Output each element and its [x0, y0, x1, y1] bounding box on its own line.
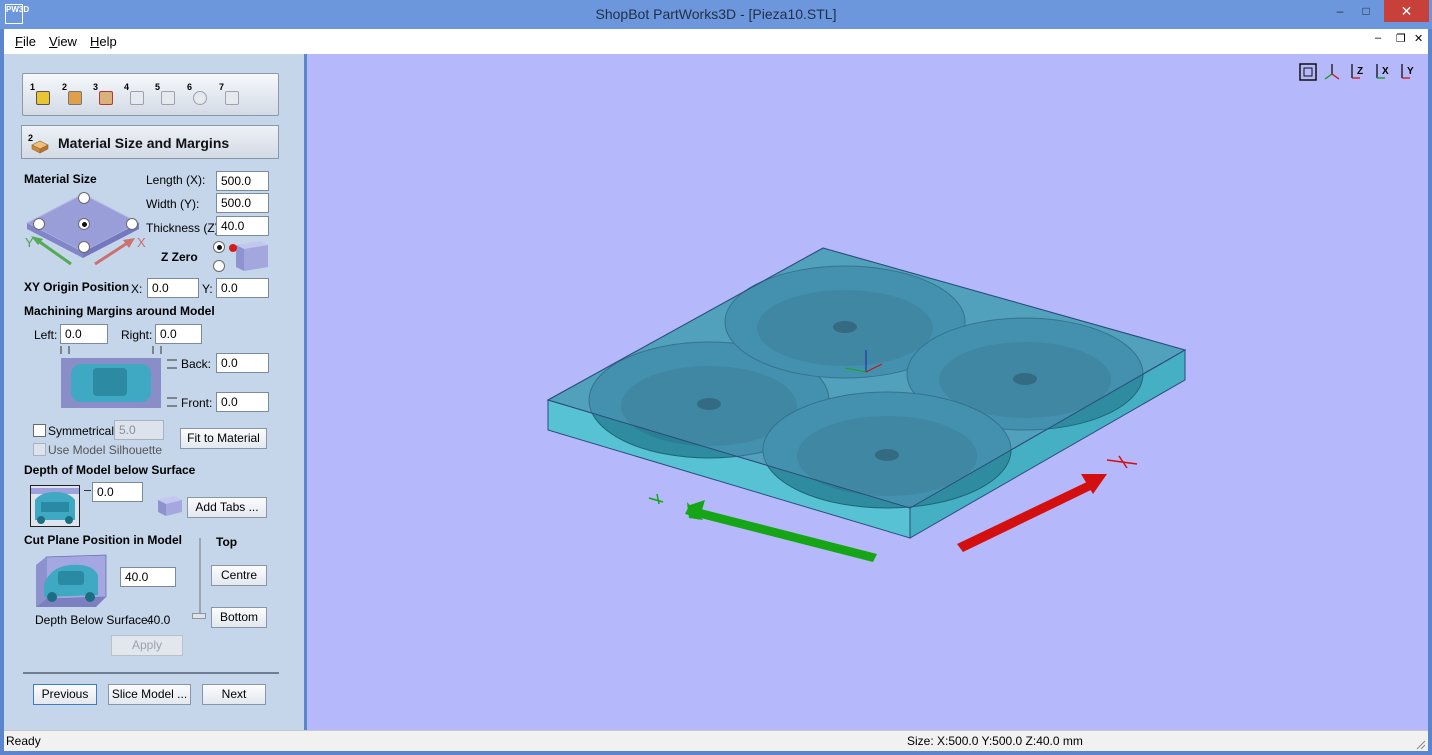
- tabs-cube-icon: [156, 494, 184, 518]
- length-label: Length (X):: [146, 173, 206, 187]
- cutout-icon[interactable]: 5: [155, 82, 177, 106]
- mdi-minimize-icon[interactable]: –: [1375, 32, 1381, 44]
- apply-button[interactable]: Apply: [111, 635, 183, 656]
- thickness-label: Thickness (Z):: [146, 221, 223, 235]
- title-bar: PW3D ShopBot PartWorks3D - [Pieza10.STL]…: [0, 0, 1432, 29]
- use-silhouette-label: Use Model Silhouette: [48, 443, 163, 457]
- margin-right-label: Right:: [121, 328, 153, 342]
- margins-heading: Machining Margins around Model: [24, 304, 215, 318]
- preview-icon[interactable]: 6: [187, 82, 209, 106]
- length-input[interactable]: [216, 171, 269, 191]
- material-size-heading: Material Size: [24, 172, 97, 186]
- width-label: Width (Y):: [146, 197, 200, 211]
- mdi-restore-icon[interactable]: ❐: [1396, 32, 1406, 45]
- origin-x-label: X:: [131, 282, 143, 296]
- window-title: ShopBot PartWorks3D - [Pieza10.STL]: [595, 6, 837, 22]
- depth-below-surface-value: 40.0: [147, 613, 171, 627]
- menu-bar: File View Help – ❐ ✕: [4, 29, 1428, 54]
- mdi-close-icon[interactable]: ✕: [1414, 32, 1423, 45]
- cut-plane-slider-handle[interactable]: [192, 613, 206, 619]
- margin-back-label: Back:: [181, 357, 212, 371]
- svg-text:2: 2: [28, 133, 33, 143]
- y-axis-label: Y: [25, 235, 34, 250]
- panel-separator: [23, 672, 279, 674]
- xy-origin-heading: XY Origin Position: [24, 280, 130, 294]
- import-model-icon[interactable]: 1: [30, 82, 52, 106]
- cut-plane-heading: Cut Plane Position in Model: [24, 533, 183, 547]
- section-header: 2 Material Size and Margins: [21, 125, 279, 159]
- depth-input[interactable]: [92, 482, 143, 502]
- depth-below-surface-label: Depth Below Surface:: [35, 613, 152, 627]
- z-zero-top-radio[interactable]: [213, 241, 225, 253]
- z-zero-cube-icon: [226, 239, 270, 273]
- origin-front-radio[interactable]: [78, 241, 90, 253]
- origin-y-input[interactable]: [216, 278, 269, 298]
- status-bar: Ready Size: X:500.0 Y:500.0 Z:40.0 mm: [4, 730, 1428, 751]
- margin-right-input[interactable]: [155, 324, 202, 344]
- origin-y-label: Y:: [202, 282, 213, 296]
- margin-front-input[interactable]: [216, 392, 269, 412]
- menu-view[interactable]: View: [49, 34, 77, 49]
- symmetrical-checkbox[interactable]: [33, 424, 46, 437]
- origin-x-input[interactable]: [147, 278, 199, 298]
- depth-heading: Depth of Model below Surface: [24, 463, 196, 477]
- margin-preview-image: [59, 346, 179, 410]
- menu-help[interactable]: Help: [90, 34, 117, 49]
- section-title: Material Size and Margins: [58, 135, 230, 151]
- width-input[interactable]: [216, 193, 269, 213]
- minimize-icon[interactable]: –: [1327, 0, 1353, 22]
- margin-front-label: Front:: [181, 396, 213, 410]
- material-setup-panel: 1 2 3 4 5 6 7 2 Material Size and Margin…: [4, 54, 304, 730]
- margin-back-input[interactable]: [216, 353, 269, 373]
- origin-left-radio[interactable]: [33, 218, 45, 230]
- maximize-icon[interactable]: □: [1353, 0, 1379, 22]
- origin-right-radio[interactable]: [126, 218, 138, 230]
- menu-file[interactable]: File: [15, 34, 36, 49]
- resize-grip-icon[interactable]: [1414, 738, 1426, 750]
- origin-back-radio[interactable]: [78, 192, 90, 204]
- next-button[interactable]: Next: [202, 684, 266, 705]
- use-silhouette-checkbox[interactable]: [33, 443, 46, 456]
- cut-plane-slider-track[interactable]: [199, 538, 201, 618]
- 3d-viewport[interactable]: Z X Y: [307, 54, 1428, 730]
- cut-plane-preview-image: [34, 551, 110, 613]
- bottom-button[interactable]: Bottom: [211, 607, 267, 628]
- z-zero-bottom-radio[interactable]: [213, 260, 225, 272]
- z-zero-label: Z Zero: [161, 250, 198, 264]
- material-size-icon: 2: [28, 132, 50, 154]
- thickness-input[interactable]: [216, 216, 269, 236]
- slice-model-button[interactable]: Slice Model ...: [108, 684, 191, 705]
- previous-button[interactable]: Previous: [33, 684, 97, 705]
- cut-plane-input[interactable]: [120, 567, 176, 587]
- status-text: Ready: [6, 734, 41, 748]
- model-size-readout: Size: X:500.0 Y:500.0 Z:40.0 mm: [907, 734, 1083, 748]
- cut-plane-top-label: Top: [216, 535, 238, 549]
- save-toolpath-icon[interactable]: 7: [219, 82, 241, 106]
- material-size-icon[interactable]: 2: [62, 82, 84, 106]
- add-tabs-button[interactable]: Add Tabs ...: [187, 497, 267, 518]
- close-icon[interactable]: ✕: [1384, 0, 1429, 22]
- x-axis-label: X: [137, 235, 146, 250]
- origin-center-radio[interactable]: [78, 218, 90, 230]
- depth-preview-image: [30, 485, 80, 527]
- fit-to-material-button[interactable]: Fit to Material: [180, 428, 267, 449]
- finishing-icon[interactable]: 4: [124, 82, 146, 106]
- model-render: [546, 247, 1187, 562]
- roughing-icon[interactable]: 3: [93, 82, 115, 106]
- margin-left-input[interactable]: [60, 324, 108, 344]
- step-toolbar: 1 2 3 4 5 6 7: [22, 73, 279, 116]
- centre-button[interactable]: Centre: [211, 565, 267, 586]
- symmetrical-value-input[interactable]: [114, 420, 164, 440]
- margin-left-label: Left:: [34, 328, 58, 342]
- symmetrical-label: Symmetrical: [48, 424, 115, 438]
- depth-indicator-line: [84, 490, 91, 491]
